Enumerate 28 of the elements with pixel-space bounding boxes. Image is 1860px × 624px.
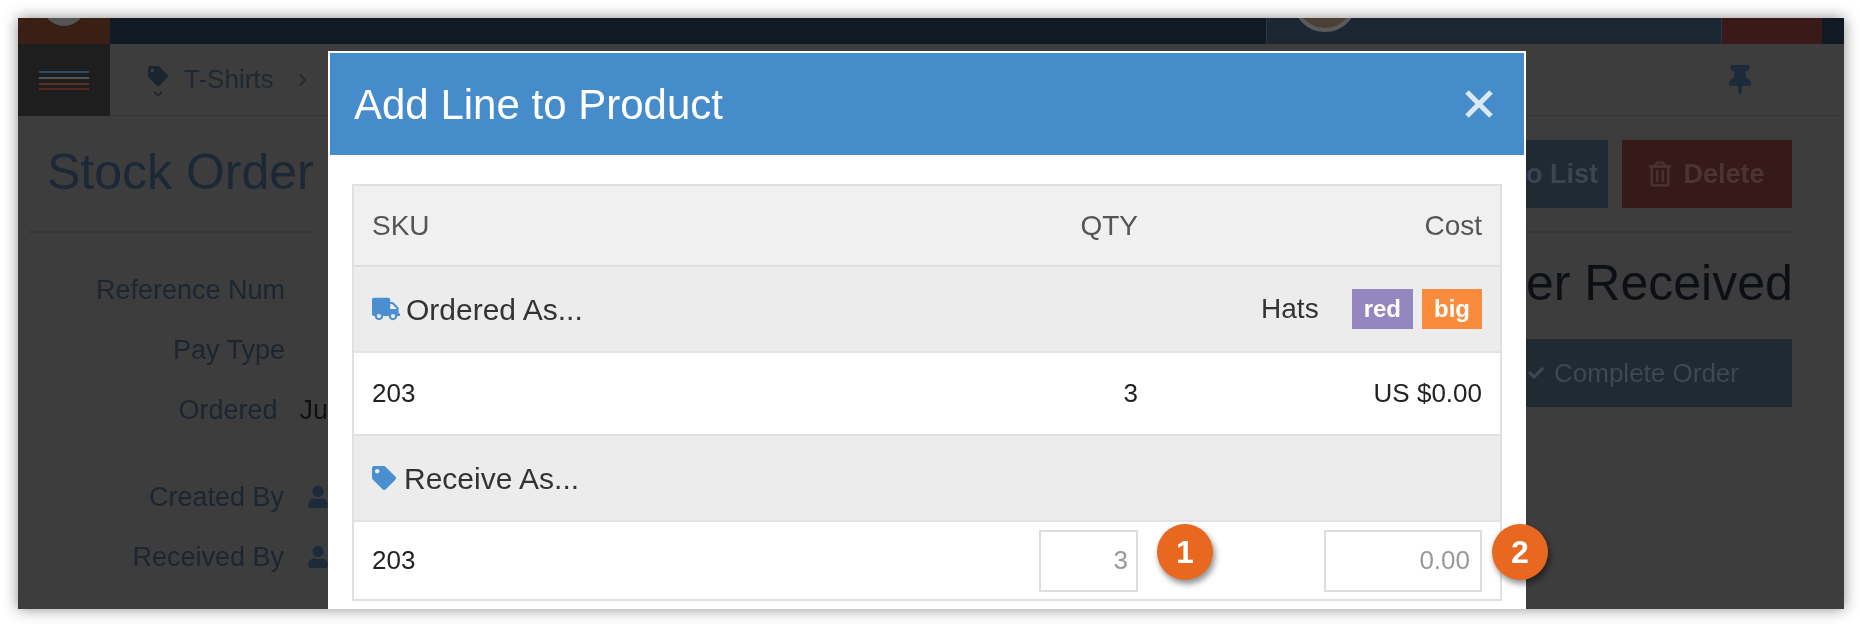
trash-icon — [1649, 161, 1672, 187]
column-header: Cost — [1424, 208, 1482, 243]
table-cell-text: US $0.00 — [1373, 377, 1482, 410]
chevron-down-icon — [152, 89, 164, 99]
column-header: SKU — [372, 209, 430, 241]
section-label: Ordered As... — [406, 291, 583, 328]
truck-icon — [372, 297, 400, 321]
tag-icon — [148, 66, 168, 86]
cost-field[interactable]: 0.00 — [1324, 529, 1482, 592]
section-label: Receive As... — [404, 460, 580, 497]
tag-label: red — [1351, 289, 1413, 329]
table-cell-text: 3 — [1123, 377, 1138, 410]
table-cell-text: 203 — [372, 544, 416, 577]
user-icon — [308, 546, 328, 568]
close-icon — [1464, 89, 1494, 119]
column-header: QTY — [1080, 209, 1138, 241]
menu-button[interactable] — [18, 43, 110, 116]
check-icon — [1528, 364, 1544, 382]
modal-title: Add Line to Product — [354, 79, 723, 130]
pin-icon[interactable] — [1728, 64, 1752, 95]
callout-marker: 2 — [1492, 524, 1548, 580]
product-name: Hats — [1261, 292, 1319, 326]
tag-icon — [372, 466, 396, 490]
table-cell-text: 203 — [372, 377, 416, 410]
user-icon — [308, 486, 328, 508]
menu-icon — [39, 69, 89, 90]
quantity-field[interactable]: 3 — [1039, 529, 1138, 592]
tag-label: big — [1422, 289, 1482, 329]
